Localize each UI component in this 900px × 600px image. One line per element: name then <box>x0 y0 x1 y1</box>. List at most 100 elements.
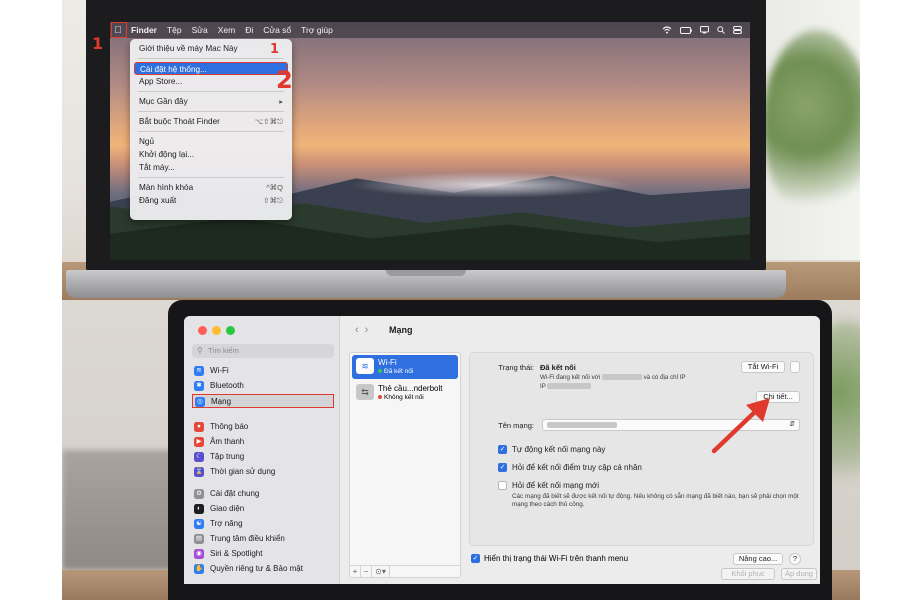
network-name-label: Tên mạng: <box>498 421 534 430</box>
wifi-icon[interactable] <box>662 26 672 34</box>
service-name: Wi-Fi <box>378 358 397 367</box>
composite-tutorial-image:  Finder Tệp Sửa Xem Đi Cửa sổ Trợ giúp <box>0 0 900 600</box>
auto-join-checkbox[interactable]: ✓ <box>498 445 507 454</box>
apple-menu-highlight-box <box>111 22 127 38</box>
show-wifi-status-label: Hiển thị trạng thái Wi-Fi trên thanh men… <box>484 554 629 563</box>
sidebar-item-control-center[interactable]: ▤ Trung tâm điều khiển <box>192 532 334 546</box>
shutdown-label: Tắt máy... <box>139 163 175 172</box>
menu-bar:  Finder Tệp Sửa Xem Đi Cửa sổ Trợ giúp <box>110 22 750 38</box>
help-button[interactable]: ? <box>789 553 801 565</box>
sidebar-item-label: Wi-Fi <box>210 366 229 375</box>
sidebar-item-privacy-security[interactable]: ✋ Quyền riêng tư & Bảo mật <box>192 562 334 576</box>
menu-go[interactable]: Đi <box>240 25 258 35</box>
menu-item-about[interactable]: Giới thiệu về máy Mac Này <box>134 42 288 55</box>
network-service-list: ≋ Wi-Fi Đã kết nối ⇆ Thẻ cầu...nderbolt … <box>349 352 461 578</box>
force-quit-label: Bắt buộc Thoát Finder <box>139 117 220 126</box>
revert-button[interactable]: Khôi phục <box>721 568 775 580</box>
sidebar-item-label: Quyền riêng tư & Bảo mật <box>210 564 303 573</box>
red-pointer-arrow <box>711 398 770 454</box>
menu-item-logout[interactable]: Đăng xuất ⇧⌘⎋ <box>134 194 288 207</box>
menu-item-restart[interactable]: Khởi động lại... <box>134 148 288 161</box>
about-label: Giới thiệu về máy Mac Này <box>139 44 238 53</box>
app-store-label: App Store... <box>139 77 183 86</box>
add-service-button[interactable]: + <box>350 566 361 577</box>
step-number-1: 1 <box>92 34 104 53</box>
accessibility-icon: ☯ <box>194 519 204 529</box>
service-thunderbolt-bridge[interactable]: ⇆ Thẻ cầu...nderbolt Không kết nối <box>352 381 458 405</box>
service-wifi[interactable]: ≋ Wi-Fi Đã kết nối <box>352 355 458 379</box>
chevron-right-icon: ▸ <box>279 97 283 106</box>
macbook-top:  Finder Tệp Sửa Xem Đi Cửa sổ Trợ giúp <box>66 0 786 300</box>
desktop-screen:  Finder Tệp Sửa Xem Đi Cửa sổ Trợ giúp <box>110 22 750 260</box>
background-shelf <box>62 450 182 570</box>
bell-icon: ● <box>194 422 204 432</box>
display-icon[interactable] <box>700 26 709 34</box>
sidebar-item-bluetooth[interactable]: ✱ Bluetooth <box>192 379 334 393</box>
battery-icon[interactable] <box>680 26 692 34</box>
service-status: Đã kết nối <box>378 368 413 375</box>
sidebar-item-label: Cài đặt chung <box>210 489 260 498</box>
service-status: Không kết nối <box>378 394 424 401</box>
sidebar-item-label: Tập trung <box>210 452 245 461</box>
menu-file[interactable]: Tệp <box>162 25 187 35</box>
settings-search-input[interactable]: ⚲ Tìm kiếm <box>192 344 334 358</box>
service-status-text: Không kết nối <box>384 394 424 401</box>
speaker-icon: ▶ <box>194 437 204 447</box>
search-icon[interactable] <box>717 26 725 34</box>
menu-finder[interactable]: Finder <box>126 25 162 35</box>
control-center-icon: ▤ <box>194 534 204 544</box>
sidebar-item-label: Thời gian sử dụng <box>210 467 276 476</box>
status-ip-label: IP <box>540 383 546 390</box>
sidebar-item-network[interactable]: ◎ Mạng <box>192 394 334 408</box>
sidebar-item-wifi[interactable]: ≋ Wi-Fi <box>192 364 334 378</box>
service-status-text: Đã kết nối <box>384 368 414 375</box>
wifi-icon: ≋ <box>194 366 204 376</box>
menu-item-recent-items[interactable]: Mục Gần đây ▸ <box>134 95 288 108</box>
sidebar-item-siri-spotlight[interactable]: ◉ Siri & Spotlight <box>192 547 334 561</box>
menu-item-lock-screen[interactable]: Màn hình khóa ^⌘Q <box>134 181 288 194</box>
minimize-window-button[interactable] <box>212 326 221 335</box>
remove-service-button[interactable]: − <box>361 566 372 577</box>
ask-hotspot-checkbox[interactable]: ✓ <box>498 463 507 472</box>
sleep-label: Ngủ <box>139 137 155 146</box>
sidebar-item-accessibility[interactable]: ☯ Trợ năng <box>192 517 334 531</box>
sidebar-item-notifications[interactable]: ● Thông báo <box>192 420 334 434</box>
sidebar-item-general[interactable]: ⚙ Cài đặt chung <box>192 487 334 501</box>
close-window-button[interactable] <box>198 326 207 335</box>
sidebar-item-sound[interactable]: ▶ Âm thanh <box>192 435 334 449</box>
sidebar-item-screen-time[interactable]: ⌛ Thời gian sử dụng <box>192 465 334 479</box>
sidebar-item-focus[interactable]: ☾ Tập trung <box>192 450 334 464</box>
service-name: Thẻ cầu...nderbolt <box>378 384 443 393</box>
show-wifi-status-checkbox[interactable]: ✓ <box>471 554 480 563</box>
menu-help[interactable]: Trợ giúp <box>296 25 338 35</box>
search-icon: ⚲ <box>197 346 203 355</box>
status-detail: Wi-Fi đang kết nối với và có địa chỉ IP <box>540 374 686 381</box>
status-dot <box>378 369 382 374</box>
menu-item-force-quit[interactable]: Bắt buộc Thoát Finder ⌥⇧⌘⎋ <box>134 115 288 128</box>
back-forward-arrows[interactable]: ‹› <box>355 324 374 336</box>
wifi-info-toggle[interactable] <box>790 361 800 373</box>
apply-button[interactable]: Áp dụng <box>781 568 817 580</box>
menu-window[interactable]: Cửa sổ <box>258 25 296 35</box>
turn-off-wifi-button[interactable]: Tắt Wi-Fi <box>741 361 785 373</box>
menu-item-system-settings[interactable]: Cài đặt hệ thống... <box>134 62 288 75</box>
advanced-button[interactable]: Nâng cao... <box>733 553 783 565</box>
chevron-updown-icon: ⇵ <box>789 421 795 428</box>
service-actions-menu[interactable]: ⊙▾ <box>372 566 390 577</box>
menu-view[interactable]: Xem <box>213 25 240 35</box>
ask-new-network-checkbox[interactable] <box>498 481 507 490</box>
zoom-window-button[interactable] <box>226 326 235 335</box>
menu-item-sleep[interactable]: Ngủ <box>134 135 288 148</box>
menu-item-shutdown[interactable]: Tắt máy... <box>134 161 288 174</box>
status-detail-prefix: Wi-Fi đang kết nối với <box>540 374 601 381</box>
ask-new-network-note: Các mạng đã biết sẽ được kết nối tự động… <box>512 493 799 508</box>
control-center-icon[interactable] <box>733 26 742 34</box>
ask-hotspot-label: Hỏi để kết nối điểm truy cập cá nhân <box>512 463 642 472</box>
menu-separator <box>138 58 284 59</box>
sidebar-item-appearance[interactable]: ◐ Giao diện <box>192 502 334 516</box>
menu-item-app-store[interactable]: App Store... <box>134 75 288 88</box>
status-dot <box>378 395 382 400</box>
redacted-ip-address <box>547 383 592 390</box>
system-settings-label: Cài đặt hệ thống... <box>140 65 207 74</box>
menu-edit[interactable]: Sửa <box>187 25 213 35</box>
